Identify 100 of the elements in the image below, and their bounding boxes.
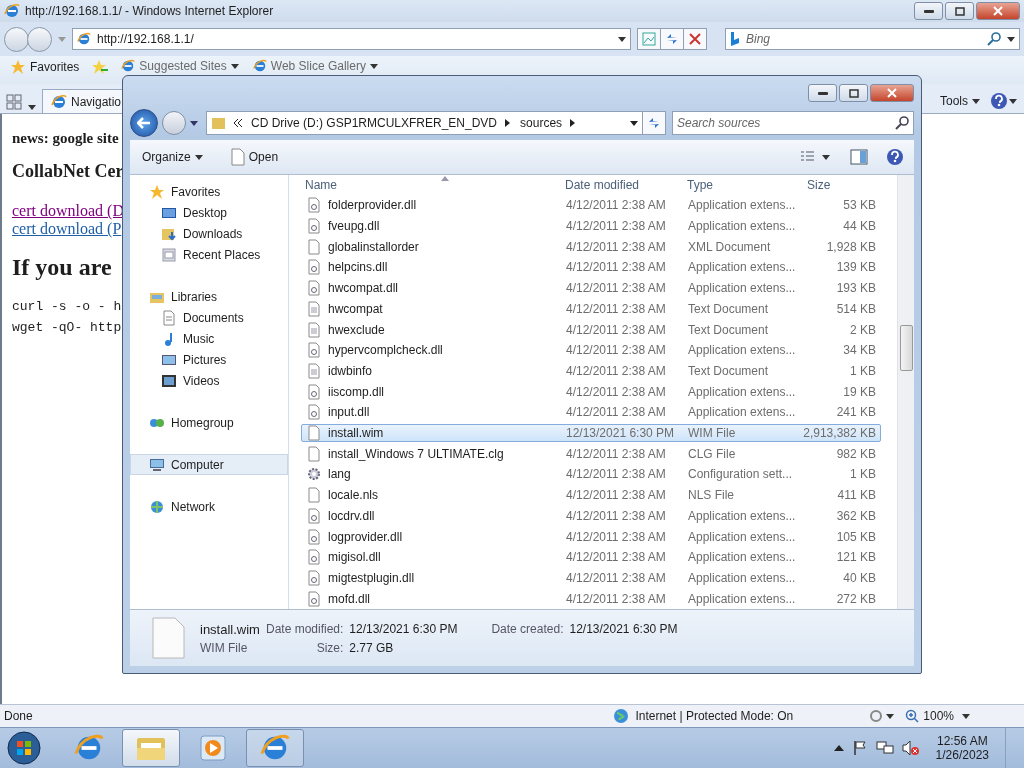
caret-icon[interactable] — [190, 120, 198, 126]
caret-icon — [369, 63, 378, 69]
nav-item[interactable]: Computer — [130, 454, 288, 475]
file-row[interactable]: locdrv.dll 4/12/2011 2:38 AM Application extens... 362 KB — [301, 506, 881, 526]
nav-item[interactable]: Homegroup — [130, 412, 288, 433]
nav-item[interactable]: Favorites — [130, 181, 288, 202]
refresh-icon — [647, 116, 661, 130]
view-options-icon[interactable] — [800, 150, 832, 164]
caret-icon — [230, 63, 239, 69]
date-cell-text: 4/12/2011 2:38 AM — [565, 405, 667, 420]
file-row[interactable]: input.dll 4/12/2011 2:38 AM Application extens... 241 KB — [301, 403, 881, 422]
favorites-link[interactable]: Web Slice Gallery — [250, 59, 380, 73]
type-cell-text: NLS File — [687, 488, 735, 503]
nav-item[interactable]: Pictures — [130, 349, 288, 370]
file-name: logprovider.dll — [328, 529, 403, 544]
file-name: install_Windows 7 ULTIMATE.clg — [328, 446, 504, 461]
flag-icon[interactable] — [851, 740, 868, 756]
file-row[interactable]: hypervcomplcheck.dll 4/12/2011 2:38 AM Application extens... 34 KB — [301, 340, 881, 360]
taskbar-button[interactable] — [122, 729, 180, 767]
caret-icon[interactable] — [28, 105, 36, 110]
file-row[interactable]: fveupg.dll 4/12/2011 2:38 AM Application extens... 44 KB — [301, 216, 881, 236]
nav-item[interactable]: Network — [130, 496, 288, 517]
file-row[interactable]: hwcompat 4/12/2011 2:38 AM Text Document 514 KB — [301, 299, 881, 319]
breadcrumb-bar[interactable]: CD Drive (D:) GSP1RMCULXFRER_EN_DVD sources — [206, 111, 643, 135]
file-row[interactable]: hwexclude 4/12/2011 2:38 AM Text Document 2 KB — [301, 320, 881, 339]
help-icon[interactable] — [886, 148, 904, 166]
file-icon — [150, 617, 186, 659]
muted-speaker-icon[interactable] — [901, 740, 920, 756]
file-row[interactable]: iiscomp.dll 4/12/2011 2:38 AM Application extens... 19 KB — [301, 382, 881, 402]
favorites-button[interactable]: Favorites — [8, 59, 82, 75]
nav-item[interactable]: Libraries — [130, 286, 288, 307]
preview-pane-icon[interactable] — [850, 149, 868, 165]
settings-file-icon — [306, 404, 322, 421]
file-row[interactable]: mofd.dll 4/12/2011 2:38 AM Application extens... 272 KB — [301, 589, 881, 609]
file-row[interactable]: install.wim 12/13/2021 6:30 PM WIM File 2,913,382 KB — [301, 423, 881, 443]
file-row[interactable]: globalinstallorder 4/12/2011 2:38 AM XML Document 1,928 KB — [301, 237, 881, 257]
close-button[interactable] — [976, 2, 1020, 20]
show-hidden-icons-icon[interactable] — [833, 745, 844, 751]
code-line: wget -qO- http — [12, 320, 122, 335]
maximize-button[interactable] — [839, 84, 868, 102]
search-field[interactable]: Bing — [725, 28, 1020, 50]
date-cell-text: 4/12/2011 2:38 AM — [565, 198, 667, 213]
minimize-button[interactable] — [914, 2, 943, 20]
maximize-button[interactable] — [945, 2, 974, 20]
type-cell-text: Text Document — [687, 363, 770, 378]
caret-icon[interactable] — [962, 713, 970, 719]
clock[interactable]: 12:56 AM 1/26/2023 — [927, 734, 997, 762]
file-row[interactable]: logprovider.dll 4/12/2011 2:38 AM Application extens... 105 KB — [301, 527, 881, 546]
page-icon — [121, 59, 136, 73]
taskbar-button[interactable] — [246, 729, 304, 767]
type-cell-text: Application extens... — [687, 260, 797, 275]
download-link[interactable]: cert download (P — [12, 220, 122, 238]
organize-menu[interactable]: Organize — [140, 150, 205, 164]
file-row[interactable]: hwcompat.dll 4/12/2011 2:38 AM Application extens... 193 KB — [301, 278, 881, 298]
compatibility-button[interactable] — [637, 28, 661, 50]
column-header[interactable]: Size — [803, 175, 879, 195]
nav-item[interactable]: Documents — [130, 307, 288, 328]
chevron-icon[interactable] — [233, 119, 243, 127]
nav-item[interactable]: Desktop — [130, 202, 288, 223]
breadcrumb[interactable]: sources — [518, 116, 578, 130]
type-cell-text: Application extens... — [687, 550, 797, 565]
scrollbar[interactable] — [897, 175, 914, 609]
address-field[interactable]: http://192.168.1.1/ — [72, 28, 631, 50]
column-header[interactable]: Name — [301, 175, 561, 195]
file-row[interactable]: migtestplugin.dll 4/12/2011 2:38 AM Application extens... 40 KB — [301, 568, 881, 588]
text-file-icon — [306, 300, 322, 317]
help-icon[interactable] — [990, 92, 1018, 110]
file-row[interactable]: install_Windows 7 ULTIMATE.clg 4/12/2011 2:38 AM CLG File 982 KB — [301, 444, 881, 464]
file-row[interactable]: helpcins.dll 4/12/2011 2:38 AM Application extens... 139 KB — [301, 258, 881, 277]
caret-icon[interactable] — [630, 120, 638, 126]
zoom-button[interactable]: 100% — [903, 709, 956, 723]
file-row[interactable]: locale.nls 4/12/2011 2:38 AM NLS File 411 KB — [301, 485, 881, 505]
tools-menu[interactable]: Tools — [938, 94, 982, 108]
file-icon — [230, 148, 245, 166]
minimize-button[interactable] — [808, 84, 837, 102]
quick-tabs-icon[interactable] — [6, 94, 22, 110]
back-button[interactable] — [130, 109, 158, 137]
nav-item[interactable]: Music — [130, 328, 288, 349]
add-favorite-icon[interactable] — [91, 59, 110, 75]
search-field[interactable]: Search sources — [672, 111, 914, 135]
start-button[interactable] — [6, 730, 42, 766]
file-row[interactable]: lang 4/12/2011 2:38 AM Configuration sett... 1 KB — [301, 465, 881, 484]
file-row[interactable]: idwbinfo 4/12/2011 2:38 AM Text Document 1 KB — [301, 361, 881, 381]
refresh-button[interactable] — [660, 28, 684, 50]
file-row[interactable]: folderprovider.dll 4/12/2011 2:38 AM Application extens... 53 KB — [301, 196, 881, 215]
column-header[interactable]: Date modified — [561, 175, 683, 195]
nav-item[interactable]: Downloads — [130, 223, 288, 244]
stop-button[interactable] — [683, 28, 707, 50]
column-header[interactable]: Type — [683, 175, 803, 195]
nav-item[interactable]: Recent Places — [130, 244, 288, 265]
file-row[interactable]: migisol.dll 4/12/2011 2:38 AM Application extens... 121 KB — [301, 547, 881, 567]
network-icon[interactable] — [875, 740, 894, 756]
file-name: folderprovider.dll — [328, 198, 417, 213]
open-button[interactable]: Open — [228, 148, 281, 166]
settings-file-icon — [306, 528, 322, 545]
type-cell-text: Application extens... — [687, 343, 797, 358]
favorites-link[interactable]: Suggested Sites — [119, 59, 241, 73]
breadcrumb[interactable]: CD Drive (D:) GSP1RMCULXFRER_EN_DVD — [249, 116, 513, 130]
nav-item[interactable]: Videos — [130, 370, 288, 391]
close-button[interactable] — [870, 84, 914, 102]
